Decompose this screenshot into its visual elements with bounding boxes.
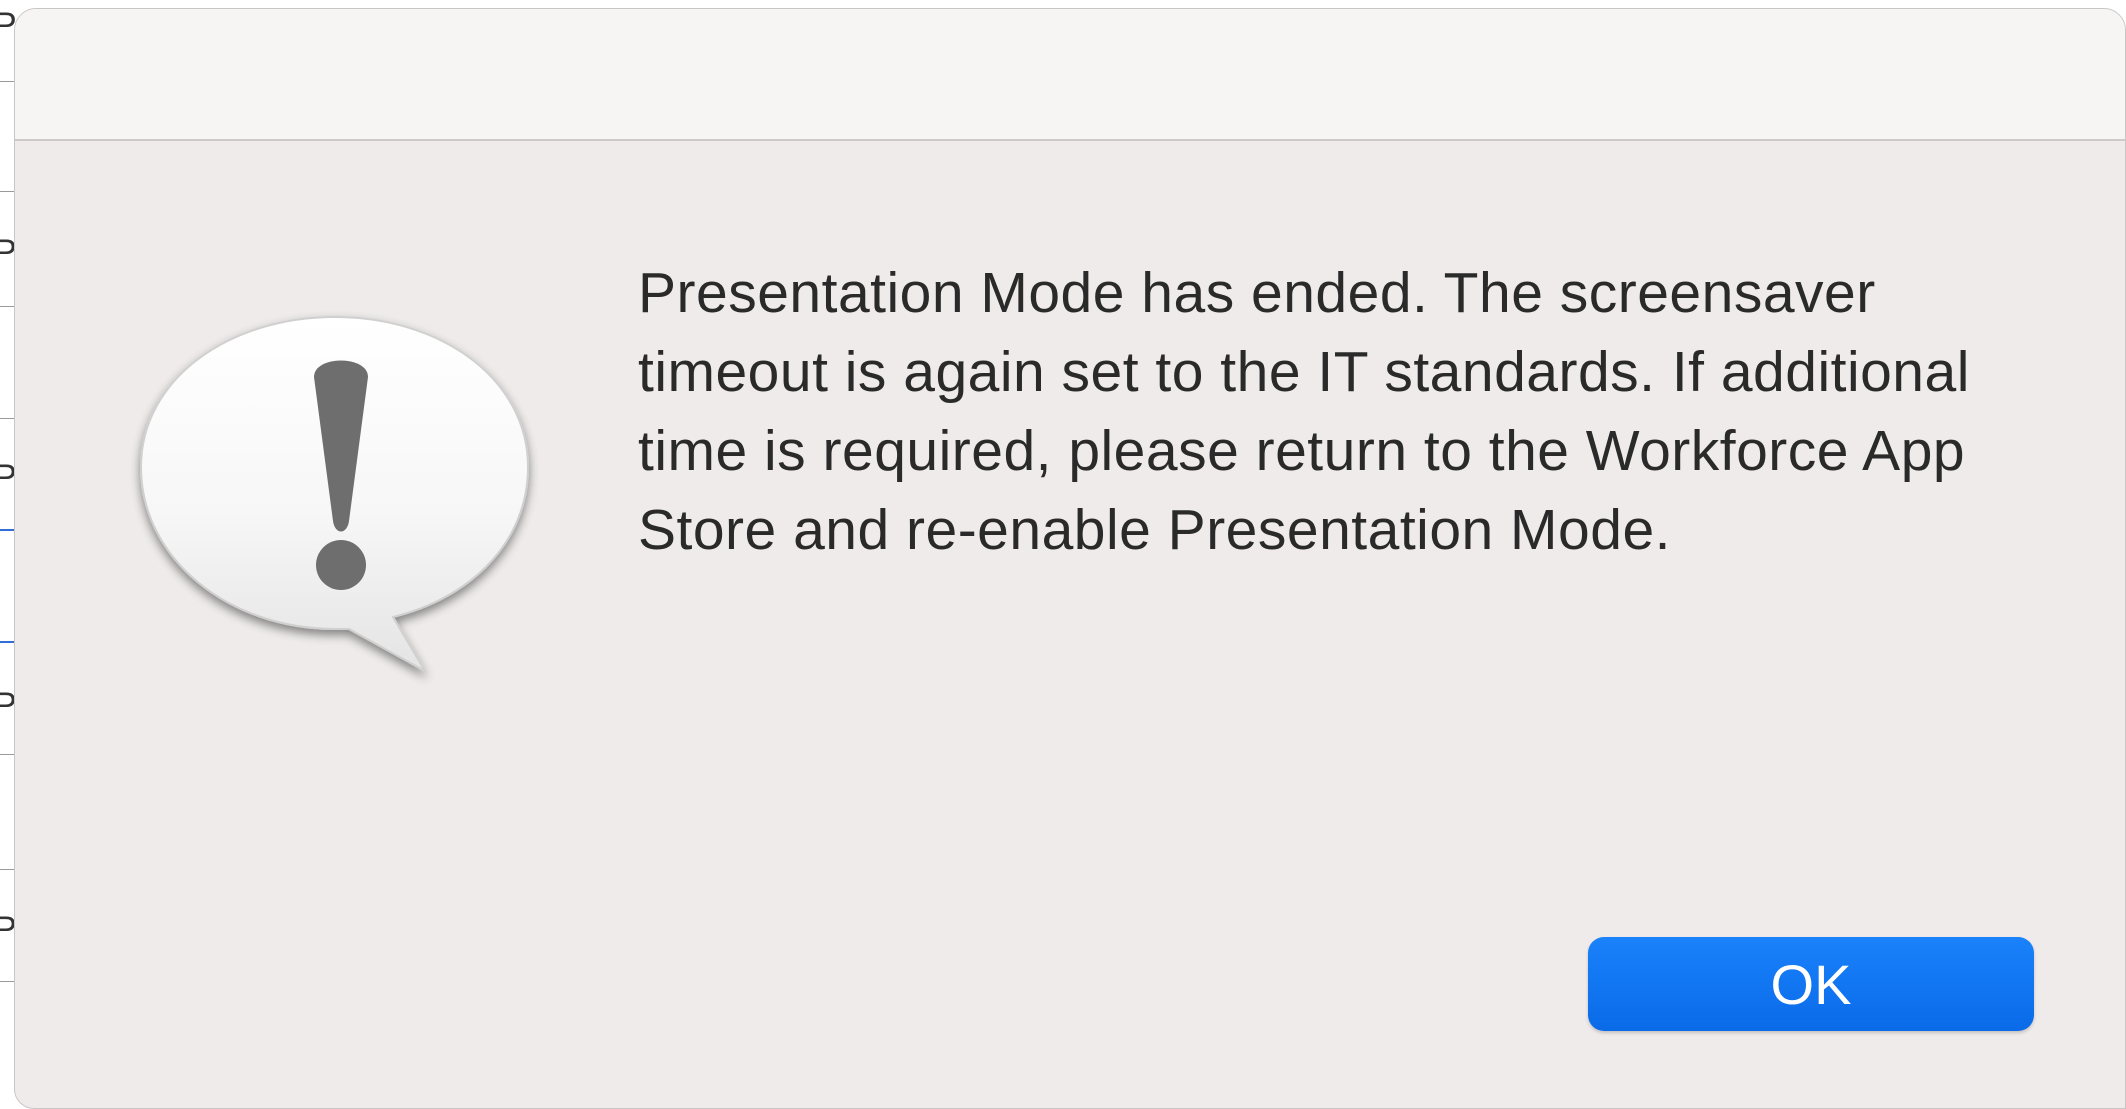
ok-button[interactable]: OK: [1588, 937, 2034, 1031]
caution-speech-bubble-icon: [139, 315, 530, 674]
alert-message: Presentation Mode has ended. The screens…: [638, 261, 1970, 562]
alert-dialog: Presentation Mode has ended. The screens…: [14, 8, 2126, 1109]
dialog-titlebar: [15, 9, 2125, 141]
